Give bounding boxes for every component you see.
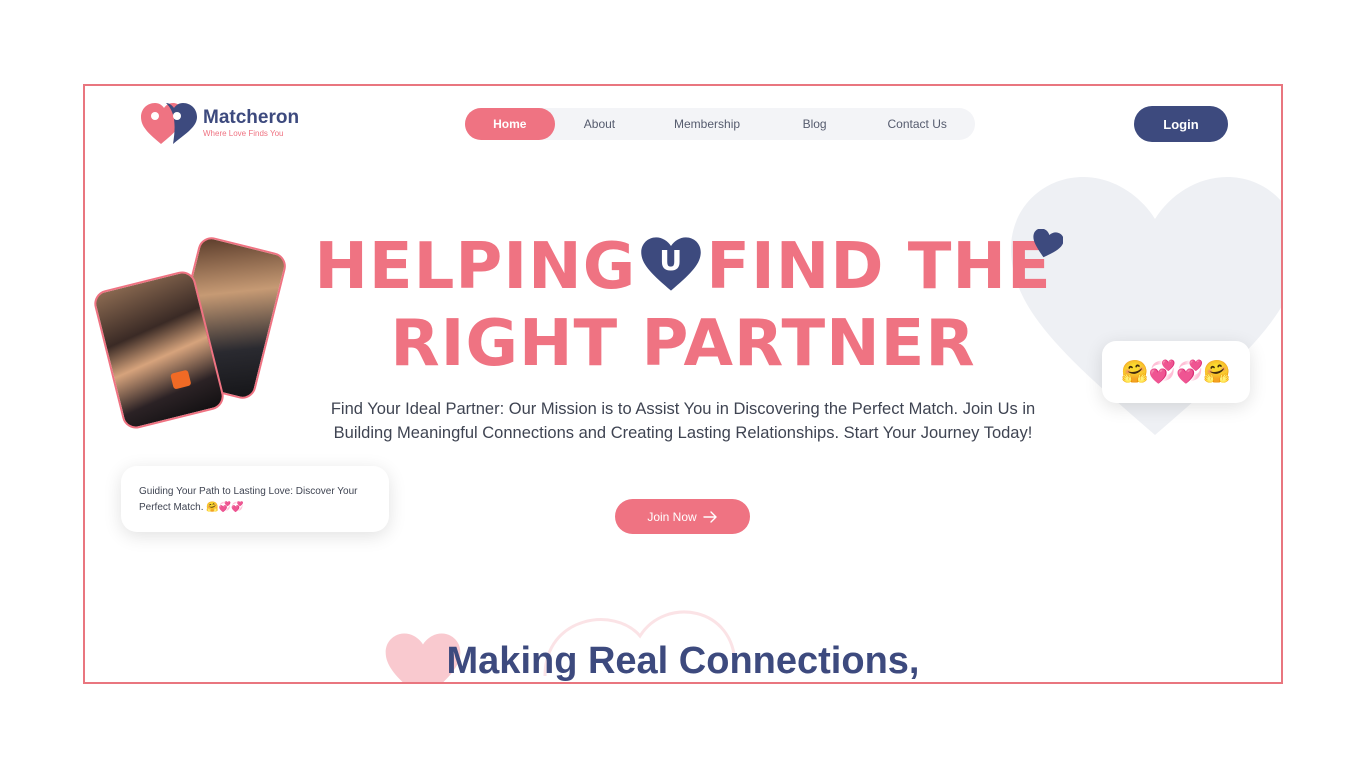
headline-heart-u-icon: U (640, 234, 702, 294)
guiding-path-text: Guiding Your Path to Lasting Love: Disco… (139, 486, 358, 513)
headline-helping: HELPING (314, 230, 637, 304)
join-now-label: Join Now (647, 509, 697, 524)
section-title: Making Real Connections, (446, 640, 920, 682)
logo-hearts-icon (141, 103, 197, 144)
login-button[interactable]: Login (1134, 106, 1228, 142)
nav-item-contact-us[interactable]: Contact Us (859, 108, 975, 140)
nav-item-about[interactable]: About (555, 108, 645, 140)
headline-heart-letter: U (659, 244, 684, 277)
headline-find-the: FIND THE (706, 230, 1052, 304)
emoji-row: 🤗💞💞🤗 (1121, 359, 1231, 384)
gift-box-icon (170, 369, 192, 390)
small-navy-heart-icon (1033, 229, 1063, 258)
join-now-button[interactable]: Join Now (615, 499, 750, 534)
brand-tagline: Where Love Finds You (203, 129, 284, 138)
page-frame: Matcheron Where Love Finds You Home Abou… (83, 84, 1283, 684)
emoji-card: 🤗💞💞🤗 (1102, 341, 1250, 403)
nav-item-membership[interactable]: Membership (644, 108, 770, 140)
main-nav: Home About Membership Blog Contact Us (465, 108, 975, 140)
brand-logo[interactable]: Matcheron Where Love Finds You (139, 100, 299, 146)
nav-item-home[interactable]: Home (465, 108, 555, 140)
guiding-path-card: Guiding Your Path to Lasting Love: Disco… (121, 466, 389, 532)
hero-subtitle: Find Your Ideal Partner: Our Mission is … (330, 400, 1036, 442)
arrow-right-icon (702, 510, 717, 523)
brand-name: Matcheron (203, 107, 300, 128)
background-heart-icon (1011, 177, 1281, 435)
nav-item-blog[interactable]: Blog (770, 108, 860, 140)
